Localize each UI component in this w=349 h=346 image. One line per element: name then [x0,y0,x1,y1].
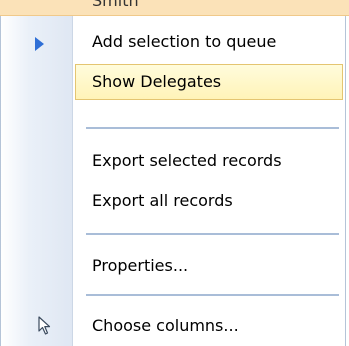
menu-item-label: Choose columns... [92,316,239,335]
menu-item-export-selected-records[interactable]: Export selected records [1,143,343,179]
play-arrow-icon [35,37,44,51]
menu-item-add-selection-to-queue[interactable]: Add selection to queue [1,24,343,60]
grid-selected-row[interactable]: Smith [0,0,349,16]
menu-item-export-all-records[interactable]: Export all records [1,183,343,219]
menu-item-properties[interactable]: Properties... [1,248,343,284]
menu-item-label: Add selection to queue [92,32,277,51]
menu-item-show-delegates[interactable]: Show Delegates [75,64,343,100]
grid-row-name: Smith [92,0,139,10]
menu-item-label: Show Delegates [92,72,222,91]
cursor-icon [38,316,51,335]
menu-separator [86,294,339,296]
menu-item-choose-columns[interactable]: Choose columns... [1,308,343,344]
context-menu: Add selection to queue Show Delegates Ex… [0,16,346,346]
screen: Smith Add selection to queue Show Delega… [0,0,349,346]
menu-icon-gutter [1,16,73,346]
menu-item-label: Export selected records [92,151,282,170]
menu-item-label: Export all records [92,191,233,210]
menu-separator [86,233,339,235]
menu-separator [86,127,339,129]
menu-item-label: Properties... [92,256,189,275]
